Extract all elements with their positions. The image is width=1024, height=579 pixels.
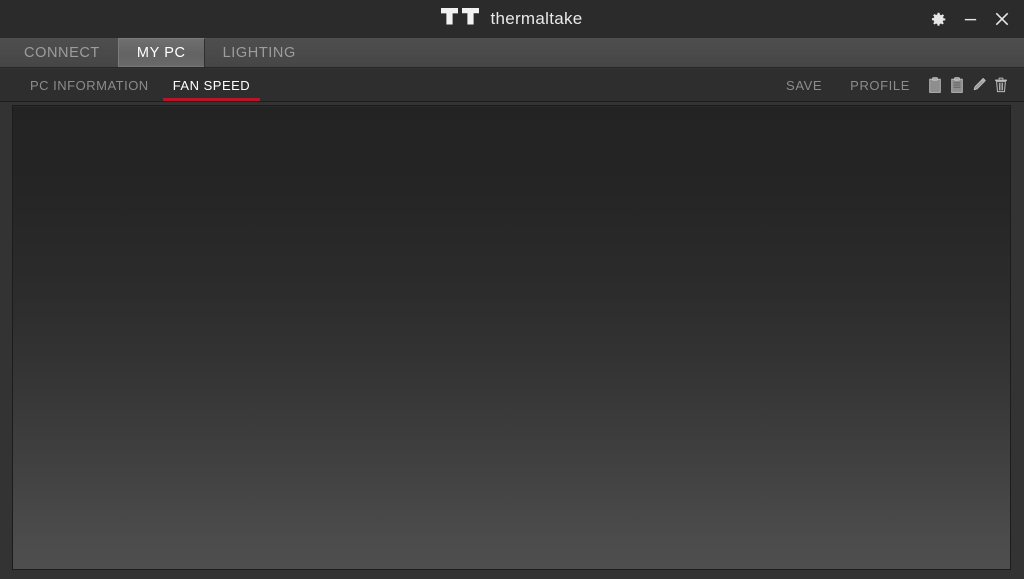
save-button[interactable]: SAVE	[772, 69, 836, 102]
nav-tab-connect[interactable]: CONNECT	[6, 38, 118, 67]
sub-navigation-actions: SAVE PROFILE	[772, 69, 1024, 102]
app-window: thermaltake CONNECT MY PC LIGHTING PC IN…	[0, 0, 1024, 579]
copy-profile-button[interactable]	[924, 69, 946, 102]
profile-button[interactable]: PROFILE	[836, 69, 924, 102]
delete-profile-button[interactable]	[990, 69, 1012, 102]
minimize-button[interactable]	[956, 4, 984, 34]
thermaltake-tt-logo-icon	[441, 8, 481, 30]
paste-profile-button[interactable]	[946, 69, 968, 102]
gear-icon	[930, 11, 947, 28]
brand-name: thermaltake	[490, 9, 583, 28]
sub-tab-pc-information-label: PC INFORMATION	[30, 77, 149, 93]
nav-tab-lighting-label: LIGHTING	[222, 44, 296, 61]
edit-profile-button[interactable]	[968, 69, 990, 102]
save-button-label: SAVE	[786, 77, 823, 93]
paste-icon	[951, 77, 963, 93]
sub-tab-pc-information[interactable]: PC INFORMATION	[18, 69, 161, 102]
sub-tab-fan-speed[interactable]: FAN SPEED	[161, 69, 262, 102]
nav-tab-my-pc-label: MY PC	[136, 45, 186, 61]
content-area	[0, 102, 1024, 579]
settings-button[interactable]	[924, 4, 952, 34]
brand: thermaltake	[441, 8, 582, 30]
nav-tab-lighting[interactable]: LIGHTING	[205, 38, 314, 67]
close-button[interactable]	[988, 4, 1016, 34]
nav-tab-connect-label: CONNECT	[24, 44, 100, 61]
copy-icon	[929, 77, 941, 93]
delete-trash-icon	[994, 77, 1008, 93]
minimize-icon	[962, 11, 979, 28]
fan-speed-panel	[12, 105, 1011, 570]
nav-tab-my-pc[interactable]: MY PC	[117, 38, 205, 67]
profile-button-label: PROFILE	[850, 77, 910, 93]
close-icon	[993, 10, 1011, 28]
sub-tab-fan-speed-label: FAN SPEED	[172, 77, 251, 93]
main-navigation: CONNECT MY PC LIGHTING	[0, 38, 1024, 68]
sub-navigation-tabs: PC INFORMATION FAN SPEED	[0, 69, 262, 102]
title-bar: thermaltake	[0, 0, 1024, 38]
window-controls	[924, 0, 1016, 38]
sub-navigation: PC INFORMATION FAN SPEED SAVE PROFILE	[0, 69, 1024, 102]
edit-pencil-icon	[972, 77, 987, 93]
